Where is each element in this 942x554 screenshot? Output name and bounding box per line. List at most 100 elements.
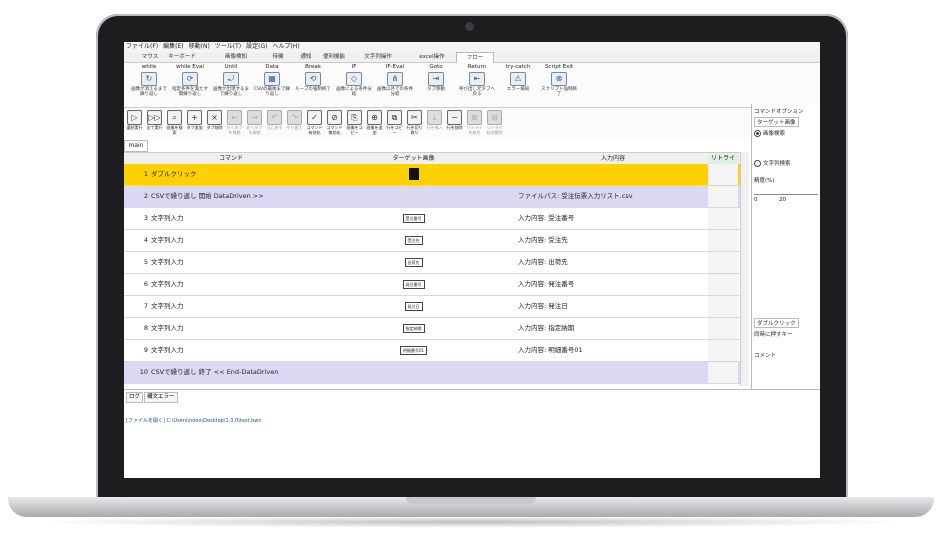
toolbar-button[interactable]: ⊟ リトライ結合解除 <box>486 110 503 137</box>
toolbar-label: 画像を検索 <box>166 125 183 135</box>
row-target <box>311 362 516 383</box>
toolbar-button[interactable]: ▷ 選択実行 <box>126 110 143 137</box>
radio-text-search[interactable]: 文字列検索 <box>754 159 791 167</box>
toolbar-label: コマンド無効化 <box>326 125 343 135</box>
ribbon-button[interactable]: Break ⟲ ループの強制終了 <box>294 63 332 107</box>
table-row[interactable]: 2 CSVで繰り返し 開始 DataDriven >> ファイルパス: 受注伝票入力… <box>124 186 740 208</box>
radio-image-search[interactable]: 画像検索 <box>754 129 785 137</box>
tab-3[interactable]: 画像検知 <box>218 52 254 62</box>
menu-item[interactable]: ファイル(F) <box>126 43 158 50</box>
ribbon-button[interactable]: try-catch ⚠ エラー検知 <box>499 63 537 107</box>
toolbar-button[interactable]: ✂ 行を切り取り <box>406 110 423 137</box>
tab-2[interactable]: キーボード <box>164 52 200 62</box>
menu-item[interactable]: 設定(G) <box>246 43 267 50</box>
ribbon-title: while Eval <box>176 64 204 70</box>
row-number: 4 <box>143 236 148 244</box>
row-input: 入力内容: 発注日 <box>518 302 568 310</box>
header-target[interactable]: ターゲット画像 <box>311 153 516 164</box>
row-command: ダブルクリック <box>151 170 197 178</box>
tab-syntax-error[interactable]: 構文エラー <box>144 392 178 403</box>
ribbon-button[interactable]: IF ◇ 画像による条件分岐 <box>335 63 373 107</box>
ribbon-button[interactable]: Return ⇤ 呼び出し元タブへ戻る <box>458 63 496 107</box>
toolbar-button[interactable]: ⊕ 画像を追加 <box>366 110 383 137</box>
if-icon: ◇ <box>346 72 362 86</box>
tab-log[interactable]: ログ <box>126 392 144 403</box>
menu-item[interactable]: ヘルプ(H) <box>273 43 300 50</box>
toolbar-button[interactable]: ⤓ 行を挿入 <box>426 110 443 137</box>
toolbar-button[interactable]: ↷ やり直す <box>286 110 303 137</box>
table-row[interactable]: 6 文字列入力 発注番号 入力内容: 発注番号 <box>124 274 740 296</box>
options-subtab[interactable]: ターゲット画像 <box>754 117 799 127</box>
row-retry <box>708 274 738 295</box>
toolbar-button[interactable]: → 右へタブを移動 <box>246 110 263 137</box>
row-number: 2 <box>143 192 148 200</box>
image-search-icon: ⌕ <box>167 110 182 125</box>
laptop-frame: ファイル(F) 編集(E) 移動(N) ツール(T) 設定(G) ヘルプ(H) マウス キー… <box>0 0 942 554</box>
toolbar: ▷ 選択実行 ▷▷ 全て実行 ⌕ 画像を検索 + タブ追加 × タブ削除 ← 左へタブを移動 → 右へタブ… <box>124 108 750 138</box>
ribbon-button[interactable]: while ↻ 画像が消えるまで繰り返し <box>130 63 168 107</box>
tab-add-icon: + <box>187 110 202 125</box>
table-row[interactable]: 7 文字列入力 発注日 入力内容: 発注日 <box>124 296 740 318</box>
tab-main[interactable]: main <box>124 140 148 152</box>
menu-item[interactable]: 移動(N) <box>189 43 210 50</box>
ribbon-button[interactable]: Data ▦ CSVの最後まで繰り返し <box>253 63 291 107</box>
row-command: 文字列入力 <box>151 346 184 354</box>
tab-1[interactable]: マウス <box>132 52 168 62</box>
table-row[interactable]: 4 文字列入力 受注先 入力内容: 受注先 <box>124 230 740 252</box>
table-row[interactable]: 1 ダブルクリック <box>124 164 740 186</box>
toolbar-button[interactable]: × タブ削除 <box>206 110 223 137</box>
grid-scrollbar[interactable] <box>740 152 749 386</box>
target-image: 明細番号01 <box>399 345 428 355</box>
ribbon-button[interactable]: Script Exit ⊗ スクリプト強制終了 <box>540 63 578 107</box>
play-icon: ▷ <box>127 110 142 125</box>
toolbar-button[interactable]: ⌕ 画像を検索 <box>166 110 183 137</box>
target-image: 出荷先 <box>404 257 423 267</box>
command-grid: コマンド ターゲット画像 入力内容 リトライ 1 ダブルクリック 2 CSVで繰り返し… <box>124 152 740 384</box>
ribbon-button[interactable]: Until ⤾ 画像が出現するまで繰り返し <box>212 63 250 107</box>
grid-header: コマンド ターゲット画像 入力内容 リトライ <box>124 153 740 164</box>
enable-icon: ✓ <box>307 110 322 125</box>
ribbon-desc: ループの強制終了 <box>295 87 331 92</box>
return-icon: ⇤ <box>469 72 485 86</box>
toolbar-button[interactable]: ⊘ コマンド無効化 <box>326 110 343 137</box>
table-row[interactable]: 5 文字列入力 出荷先 入力内容: 出荷先 <box>124 252 740 274</box>
row-retry <box>708 164 738 185</box>
toolbar-button[interactable]: ✓ コマンド有効化 <box>306 110 323 137</box>
accuracy-slider[interactable] <box>754 194 818 195</box>
row-command: 文字列入力 <box>151 324 184 332</box>
tab-6[interactable]: 便利機能 <box>316 52 352 62</box>
toolbar-button[interactable]: ▷▷ 全て実行 <box>146 110 163 137</box>
tab-9[interactable]: フロー <box>456 52 494 63</box>
table-row[interactable]: 8 文字列入力 指定納期 入力内容: 指定納期 <box>124 318 740 340</box>
exit-icon: ⊗ <box>551 72 567 86</box>
table-row[interactable]: 3 文字列入力 受注番号 入力内容: 受注番号 <box>124 208 740 230</box>
toolbar-label: 行をコピー <box>386 125 403 135</box>
toolbar-button[interactable]: ↶ 元に戻す <box>266 110 283 137</box>
toolbar-button[interactable]: − 行を削除 <box>446 110 463 137</box>
ribbon-title: Until <box>224 64 238 70</box>
toolbar-button[interactable]: ⊞ リトライを結合 <box>466 110 483 137</box>
row-target: 指定納期 <box>311 318 516 339</box>
if-eval-icon: ⋔ <box>387 72 403 86</box>
row-target: 発注番号 <box>311 274 516 295</box>
header-command[interactable]: コマンド <box>151 153 311 164</box>
tab-8[interactable]: excel操作 <box>414 52 450 62</box>
toolbar-button[interactable]: ← 左へタブを移動 <box>226 110 243 137</box>
toolbar-label: 画像をコピー <box>346 125 363 135</box>
toolbar-button[interactable]: ⧉ 行をコピー <box>386 110 403 137</box>
table-row[interactable]: 9 文字列入力 明細番号01 入力内容: 明細番号01 <box>124 340 740 362</box>
row-command: 文字列入力 <box>151 280 184 288</box>
menu-item[interactable]: ツール(T) <box>215 43 241 50</box>
toolbar-button[interactable]: ⎘ 画像をコピー <box>346 110 363 137</box>
toolbar-button[interactable]: + タブ追加 <box>186 110 203 137</box>
header-input[interactable]: 入力内容 <box>518 153 708 164</box>
ribbon-button[interactable]: Goto ⇥ タブ移動 <box>417 63 455 107</box>
table-row[interactable]: 10 CSVで繰り返し 終了 << End-DataDriven <box>124 362 740 384</box>
row-command: CSVで繰り返し 終了 << End-DataDriven <box>151 368 279 376</box>
row-input: 入力内容: 指定納期 <box>518 324 575 332</box>
header-retry[interactable]: リトライ <box>708 153 738 164</box>
ribbon-button[interactable]: while Eval ⟳ 指定条件を満たす間繰り返し <box>171 63 209 107</box>
ribbon-button[interactable]: IF-Eval ⋔ 画像以外での条件分岐 <box>376 63 414 107</box>
menu-item[interactable]: 編集(E) <box>163 43 183 50</box>
tab-7[interactable]: 文字列操作 <box>360 52 396 62</box>
